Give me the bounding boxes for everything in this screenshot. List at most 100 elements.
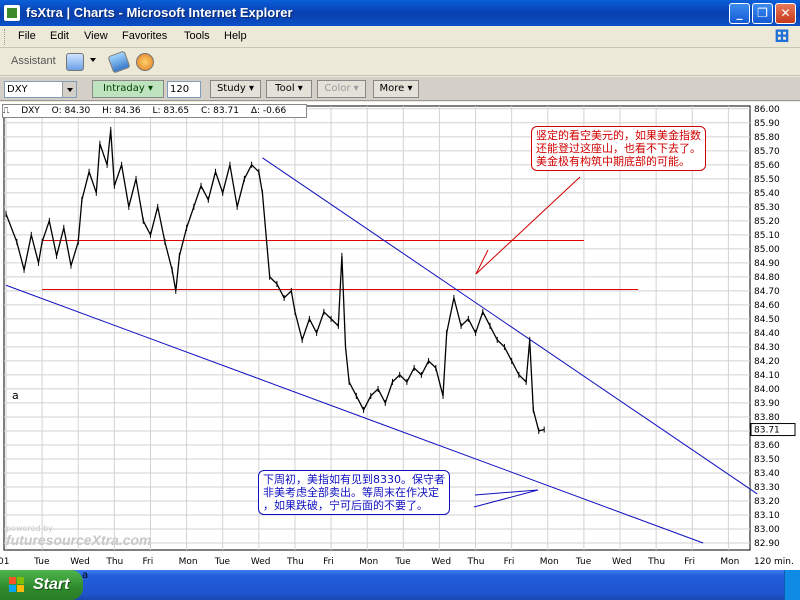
- x-tick-label: Thu: [105, 557, 123, 567]
- x-tick-label: Fri: [504, 557, 515, 567]
- link-icon[interactable]: [107, 50, 131, 74]
- menu-view[interactable]: View: [84, 30, 108, 42]
- chart-toolbar: DXY Intraday ▾ 120 Study ▾ Tool ▾ Color …: [0, 77, 800, 101]
- start-label: Start: [33, 576, 70, 593]
- intraday-button[interactable]: Intraday ▾: [92, 80, 164, 98]
- minimize-button[interactable]: _: [729, 3, 750, 24]
- quote-info-bar: ⎍ DXY O: 84.30 H: 84.36 L: 83.65 C: 83.7…: [2, 104, 307, 118]
- chevron-down-icon[interactable]: [62, 82, 76, 97]
- annotation-pointer: [475, 176, 581, 275]
- quote-change: Δ: -0.66: [250, 106, 287, 116]
- red-annotation-line: 美金极有构筑中期底部的可能。: [536, 155, 690, 168]
- x-tick-label: Thu: [467, 557, 485, 567]
- x-tick-label: Mon: [540, 557, 559, 567]
- title-bar: fsXtra | Charts - Microsoft Internet Exp…: [0, 0, 800, 26]
- y-tick-label: 83.00: [754, 525, 780, 535]
- watermark-brand: futuresourceXtra.com: [6, 532, 152, 548]
- y-tick-label: 84.10: [754, 371, 780, 381]
- x-tick-label: Wed: [251, 557, 271, 567]
- y-tick-label: 82.90: [754, 539, 780, 549]
- y-tick-label: 86.00: [754, 105, 780, 115]
- y-tick-label: 84.30: [754, 343, 780, 353]
- start-button[interactable]: Start: [0, 570, 83, 600]
- menu-tools[interactable]: Tools: [184, 30, 210, 42]
- chevron-down-icon[interactable]: [90, 58, 96, 62]
- y-tick-label: 85.40: [754, 189, 780, 199]
- red-annotation-line: 竖定的看空美元的，如果美金指数: [536, 129, 701, 142]
- x-tick-label: Wed: [612, 557, 632, 567]
- y-tick-label: 85.00: [754, 245, 780, 255]
- y-tick-label: 85.70: [754, 147, 780, 157]
- y-tick-label: 85.30: [754, 203, 780, 213]
- quote-symbol: DXY: [21, 106, 40, 116]
- close-button[interactable]: ✕: [775, 3, 796, 24]
- x-tick-label: Thu: [647, 557, 665, 567]
- y-tick-label: 85.80: [754, 133, 780, 143]
- y-tick-label: 85.50: [754, 175, 780, 185]
- x-tick-label: Mon: [359, 557, 378, 567]
- blue-annotation: 下周初，美指如有见到8330。保守者 非美考虑全部卖出。等周末在作决定 ，如果跌…: [258, 470, 450, 515]
- x-tick-label: Tue: [33, 557, 50, 567]
- y-tick-label: 83.60: [754, 441, 780, 451]
- maximize-button[interactable]: ❐: [752, 3, 773, 24]
- study-button[interactable]: Study ▾: [210, 80, 261, 98]
- window-title: fsXtra | Charts - Microsoft Internet Exp…: [26, 5, 293, 20]
- y-tick-label: 83.90: [754, 399, 780, 409]
- taskbar: Start a: [0, 570, 800, 600]
- system-tray[interactable]: [784, 570, 800, 600]
- x-tick-label: Fri: [142, 557, 153, 567]
- menu-file[interactable]: File: [18, 30, 36, 42]
- y-tick-label: 83.50: [754, 455, 780, 465]
- x-tick-label: Fri: [684, 557, 695, 567]
- menu-edit[interactable]: Edit: [50, 30, 69, 42]
- x-tick-label: 01: [0, 557, 9, 567]
- taskbar-label: a: [82, 570, 89, 581]
- note-icon[interactable]: [136, 53, 154, 71]
- windows-logo-icon: ⊞: [773, 23, 791, 47]
- y-tick-label: 83.30: [754, 483, 780, 493]
- more-button[interactable]: More ▾: [373, 80, 419, 98]
- y-tick-label: 84.60: [754, 301, 780, 311]
- blue-annotation-line: 下周初，美指如有见到8330。保守者: [263, 473, 445, 486]
- menu-favorites[interactable]: Favorites: [122, 30, 167, 42]
- x-tick-label: Mon: [179, 557, 198, 567]
- tool-button[interactable]: Tool ▾: [266, 80, 312, 98]
- x-tick-label: Tue: [394, 557, 411, 567]
- quote-open: O: 84.30: [51, 106, 91, 116]
- y-tick-label: 84.70: [754, 287, 780, 297]
- annotation-pointer: [473, 489, 539, 508]
- blue-annotation-line: 非美考虑全部卖出。等周末在作决定: [263, 486, 439, 499]
- menu-help[interactable]: Help: [224, 30, 247, 42]
- chart-type-icon[interactable]: ⎍: [3, 106, 9, 116]
- y-tick-label: 85.10: [754, 231, 780, 241]
- x-tick-label: Wed: [431, 557, 451, 567]
- symbol-select[interactable]: DXY: [4, 81, 77, 98]
- x-tick-label: Tue: [214, 557, 231, 567]
- y-tick-label: 84.80: [754, 273, 780, 283]
- menu-bar: File Edit View Favorites Tools Help: [0, 26, 800, 48]
- interval-input[interactable]: 120: [167, 81, 201, 98]
- price-series: [5, 129, 545, 432]
- y-tick-label: 83.80: [754, 413, 780, 423]
- app-icon: [4, 5, 20, 21]
- mail-icon[interactable]: [66, 53, 84, 71]
- y-tick-label: 85.20: [754, 217, 780, 227]
- y-tick-label: 84.20: [754, 357, 780, 367]
- symbol-value: DXY: [7, 84, 28, 95]
- toolbar-grip[interactable]: [4, 29, 7, 45]
- quote-close: C: 83.71: [201, 106, 239, 116]
- quote-low: L: 83.65: [152, 106, 190, 116]
- assistant-label: Assistant: [11, 55, 56, 67]
- quote-high: H: 84.36: [102, 106, 141, 116]
- color-button: Color ▾: [317, 80, 366, 98]
- y-tick-label: 85.90: [754, 119, 780, 129]
- y-tick-label: 83.40: [754, 469, 780, 479]
- interval-label: 120 min.: [754, 557, 794, 567]
- y-tick-label: 84.00: [754, 385, 780, 395]
- y-tick-label: 83.10: [754, 511, 780, 521]
- side-label: a: [12, 389, 19, 402]
- windows-logo-icon: [9, 577, 26, 593]
- chart-area[interactable]: 86.00 85.90 85.80 85.70 85.60 85.50 85.40 85.30…: [0, 102, 800, 570]
- x-tick-label: Wed: [70, 557, 90, 567]
- y-tick-label: 84.50: [754, 315, 780, 325]
